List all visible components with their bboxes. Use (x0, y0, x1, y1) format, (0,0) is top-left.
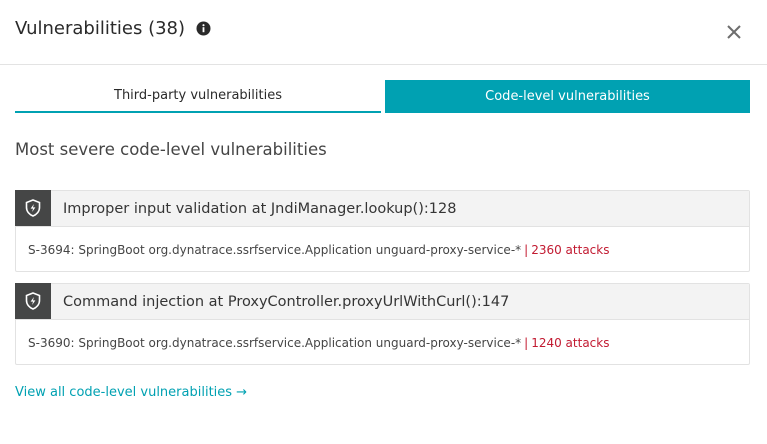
tab-third-party-vulnerabilities[interactable]: Third-party vulnerabilities (15, 80, 381, 113)
vulnerability-card-header[interactable]: Command injection at ProxyController.pro… (15, 283, 749, 320)
shield-icon (15, 283, 51, 319)
dialog-header: Vulnerabilities (38) (0, 0, 767, 65)
vulnerability-details: S-3690: SpringBoot org.dynatrace.ssrfser… (16, 320, 749, 365)
separator: | (524, 335, 529, 350)
vulnerability-card[interactable]: Improper input validation at JndiManager… (15, 190, 750, 272)
vulnerability-card-header[interactable]: Improper input validation at JndiManager… (15, 190, 749, 227)
title-wrap: Vulnerabilities (38) (15, 18, 211, 39)
view-all-link-label[interactable]: View all code-level vulnerabilities (15, 385, 232, 400)
vulnerability-card[interactable]: Command injection at ProxyController.pro… (15, 283, 750, 365)
attack-count: 1240 attacks (531, 335, 610, 350)
arrow-right-icon: → (236, 385, 247, 400)
vulnerability-detail-text: S-3694: SpringBoot org.dynatrace.ssrfser… (28, 242, 522, 257)
tab-bar: Third-party vulnerabilities Code-level v… (15, 80, 750, 113)
vulnerability-details: S-3694: SpringBoot org.dynatrace.ssrfser… (16, 227, 749, 272)
info-icon[interactable] (196, 21, 211, 36)
vulnerability-title[interactable]: Improper input validation at JndiManager… (63, 201, 456, 217)
close-icon[interactable] (724, 22, 744, 42)
view-all-link[interactable]: View all code-level vulnerabilities → (15, 385, 247, 400)
dialog-title: Vulnerabilities (38) (15, 18, 186, 39)
vulnerability-detail-text: S-3690: SpringBoot org.dynatrace.ssrfser… (28, 335, 522, 350)
tab-code-level-vulnerabilities[interactable]: Code-level vulnerabilities (385, 80, 750, 113)
separator: | (524, 242, 529, 257)
vulnerability-title[interactable]: Command injection at ProxyController.pro… (63, 294, 509, 310)
shield-icon (15, 190, 51, 226)
section-title: Most severe code-level vulnerabilities (15, 140, 327, 159)
attack-count: 2360 attacks (531, 242, 610, 257)
